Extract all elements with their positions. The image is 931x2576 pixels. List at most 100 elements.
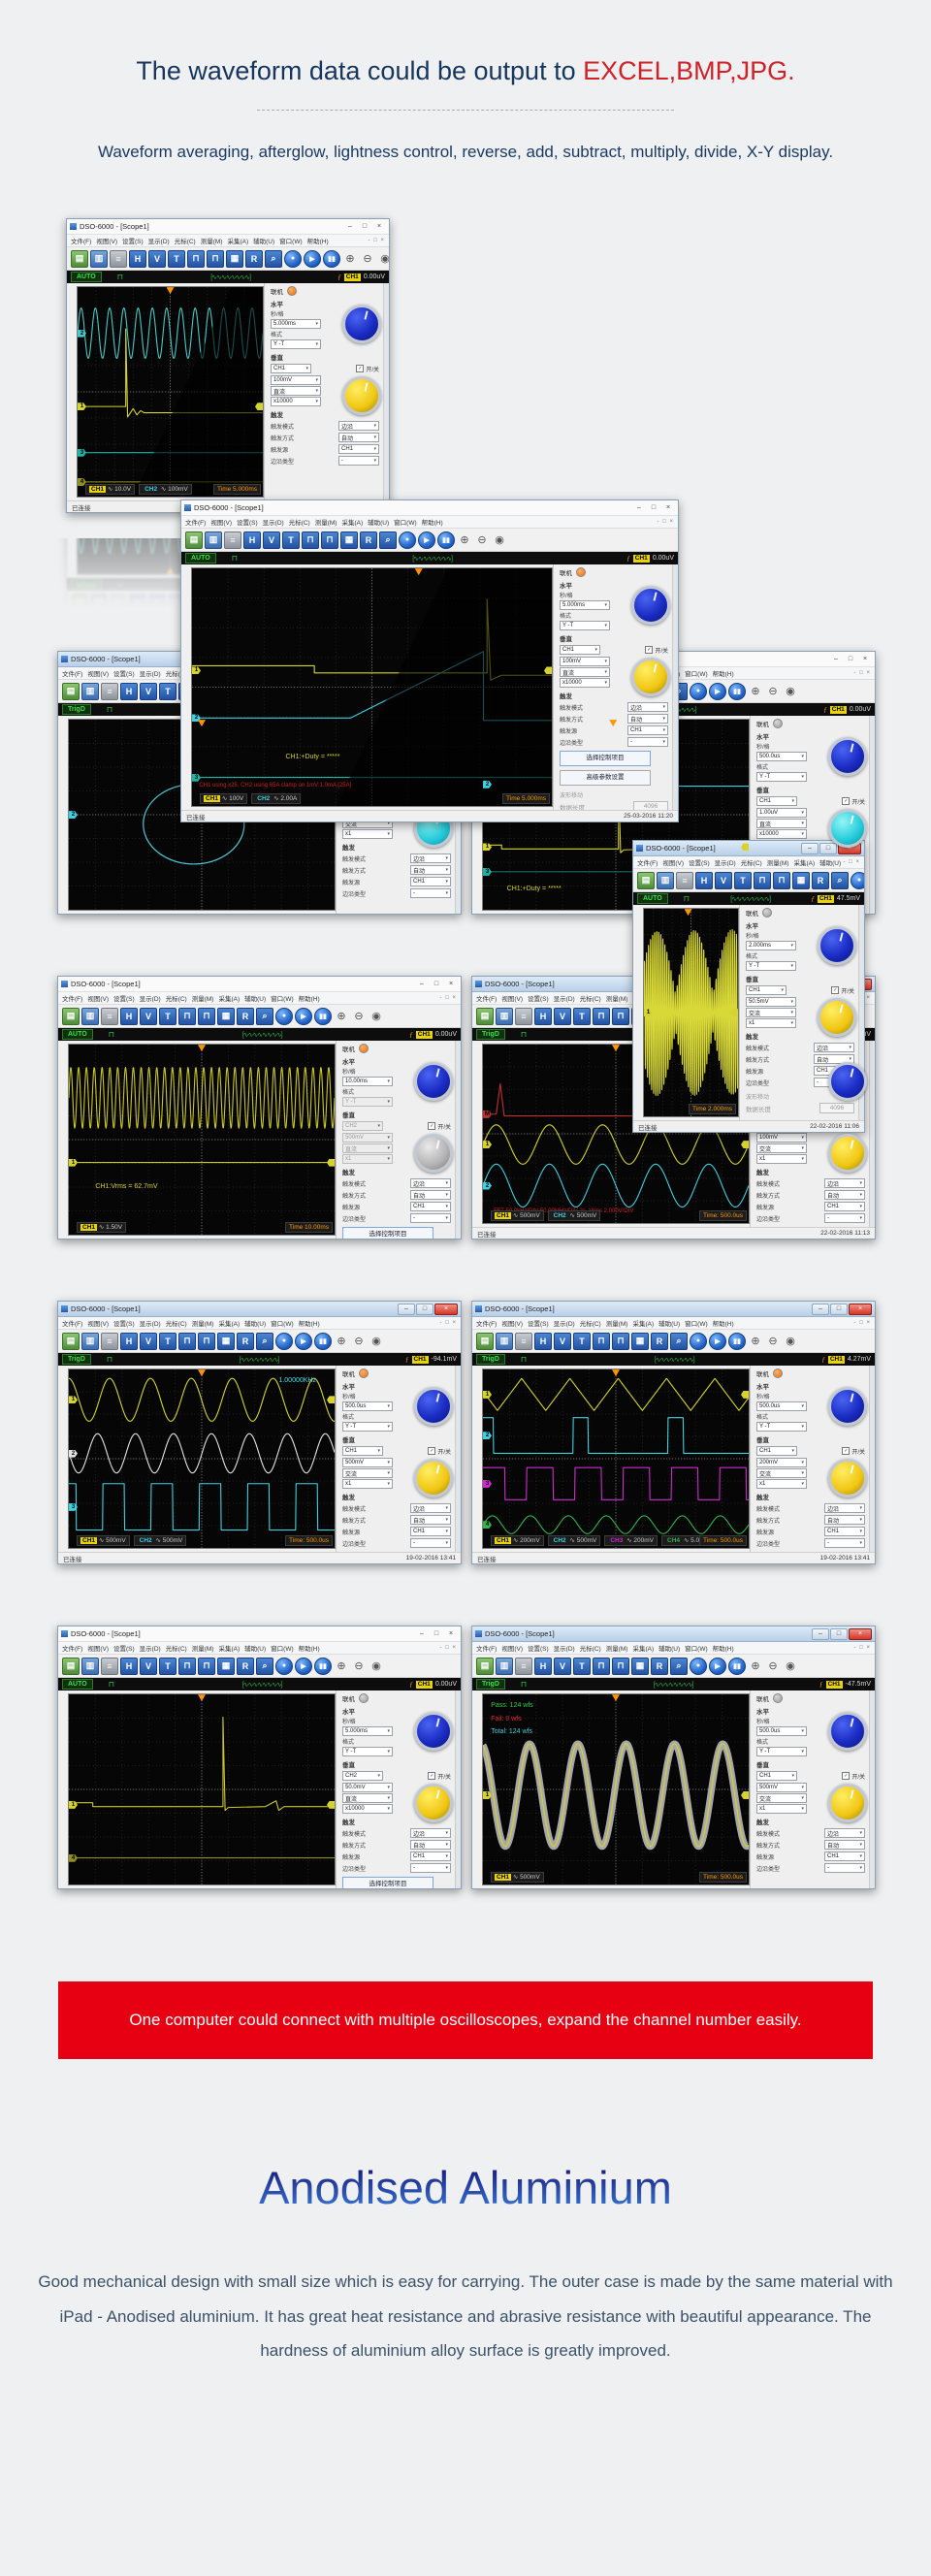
menu-item-0[interactable]: 文件(F) (71, 236, 91, 245)
menu-item-2[interactable]: 设置(S) (528, 1318, 549, 1328)
zoom-window-icon[interactable]: ⌕ (256, 1007, 273, 1025)
format-select[interactable]: Y -T ▾ (342, 1422, 393, 1433)
mdi-window-controls[interactable]: - □ × (854, 670, 871, 676)
menu-item-5[interactable]: 测量(M) (192, 993, 214, 1003)
trigger-source-select[interactable]: CH1 ▾ (824, 1202, 865, 1212)
close-button[interactable]: × (372, 222, 386, 232)
display-on-off-checkbox[interactable]: ✓开/关 (428, 1772, 451, 1781)
open-file-icon[interactable]: ▤ (71, 249, 88, 268)
probe-select[interactable]: x1 ▾ (756, 1154, 807, 1165)
menu-item-2[interactable]: 设置(S) (237, 517, 258, 527)
probe-select[interactable]: x1 ▾ (342, 1154, 393, 1165)
minimize-button[interactable]: – (801, 842, 819, 854)
close-button[interactable]: × (444, 980, 458, 989)
probe-select[interactable]: x1 ▾ (342, 1479, 393, 1490)
open-file-icon[interactable]: ▤ (62, 682, 80, 700)
record-icon[interactable]: ● (275, 1007, 293, 1025)
menu-item-1[interactable]: 视图(V) (501, 993, 523, 1003)
mdi-window-controls[interactable]: - □ × (440, 1645, 457, 1651)
save-icon[interactable]: ▥ (496, 1657, 513, 1675)
minimize-button[interactable]: – (812, 1627, 829, 1640)
pulse-trigger-icon[interactable]: ⊓ (207, 249, 224, 268)
menu-item-7[interactable]: 辅助(U) (819, 857, 841, 867)
maximize-button[interactable]: □ (830, 1303, 848, 1315)
menu-item-6[interactable]: 采集(A) (218, 1643, 240, 1653)
record-setup-icon[interactable]: R (360, 531, 377, 549)
horizontal-knob[interactable] (631, 586, 670, 626)
menu-item-6[interactable]: 采集(A) (218, 1318, 240, 1328)
save-icon[interactable]: ▥ (657, 871, 674, 889)
menu-item-7[interactable]: 辅助(U) (244, 993, 266, 1003)
menu-item-0[interactable]: 文件(F) (637, 857, 658, 867)
window-titlebar[interactable]: DSO-6000 - [Scope1] –□× (58, 1626, 461, 1643)
window-titlebar[interactable]: DSO-6000 - [Scope1] –□× (633, 841, 864, 857)
channel-select[interactable]: CH1 ▾ (756, 796, 797, 807)
zoom-in-icon[interactable]: ⊕ (342, 251, 358, 267)
probe-select[interactable]: x1 ▾ (342, 829, 393, 840)
pulse-trigger-icon[interactable]: ⊓ (321, 531, 338, 549)
trigger-source-select[interactable]: CH1 ▾ (824, 1527, 865, 1537)
zoom-out-icon[interactable]: ⊖ (765, 1658, 781, 1674)
horizontal-knob[interactable] (828, 737, 867, 777)
menu-item-9[interactable]: 帮助(H) (422, 517, 443, 527)
menu-item-8[interactable]: 窗口(W) (271, 1318, 293, 1328)
volts-div-select[interactable]: 50.0mV ▾ (342, 1783, 393, 1793)
display-grid-icon[interactable]: ▦ (340, 531, 358, 549)
volts-div-select[interactable]: 1.00uV ▾ (756, 808, 807, 819)
zoom-window-icon[interactable]: ⌕ (670, 1657, 688, 1675)
edge-trigger-icon[interactable]: ⊓ (178, 1657, 196, 1675)
display-on-off-checkbox[interactable]: ✓开/关 (842, 1772, 865, 1781)
format-select[interactable]: Y -T ▾ (342, 1097, 393, 1108)
channel-select[interactable]: CH1 ▾ (342, 1446, 383, 1457)
channel-select[interactable]: CH2 ▾ (342, 1121, 383, 1132)
minimize-button[interactable]: – (398, 1303, 415, 1315)
menu-item-3[interactable]: 显示(D) (554, 1643, 575, 1653)
coupling-select[interactable]: 直流 ▾ (756, 819, 807, 829)
print-icon[interactable]: ≡ (515, 1332, 532, 1350)
edge-trigger-icon[interactable]: ⊓ (178, 1007, 196, 1025)
display-grid-icon[interactable]: ▦ (217, 1332, 235, 1350)
trigger-sweep-select[interactable]: 自动 ▾ (824, 1840, 865, 1851)
menu-item-7[interactable]: 辅助(U) (658, 1318, 680, 1328)
coupling-select[interactable]: 交流 ▾ (342, 1468, 393, 1479)
menu-item-1[interactable]: 视图(V) (662, 857, 684, 867)
menu-item-3[interactable]: 显示(D) (140, 993, 161, 1003)
maximize-button[interactable]: □ (844, 655, 857, 664)
channel-select[interactable]: CH1 ▾ (560, 645, 600, 656)
menu-item-2[interactable]: 设置(S) (122, 236, 144, 245)
trigger-source-select[interactable]: CH1 ▾ (410, 1527, 451, 1537)
record-icon[interactable]: ● (275, 1332, 293, 1350)
format-select[interactable]: Y -T ▾ (342, 1747, 393, 1757)
menu-item-2[interactable]: 设置(S) (528, 993, 549, 1003)
trigger-source-select[interactable]: CH1 ▾ (627, 725, 668, 736)
play-icon[interactable]: ▶ (709, 1332, 726, 1350)
trigger-source-select[interactable]: CH1 ▾ (410, 1852, 451, 1862)
format-select[interactable]: Y -T ▾ (756, 1747, 807, 1757)
menu-item-5[interactable]: 测量(M) (606, 1318, 628, 1328)
trigger-sweep-select[interactable]: 自动 ▾ (410, 1840, 451, 1851)
menu-item-8[interactable]: 窗口(W) (685, 1318, 707, 1328)
menu-item-9[interactable]: 帮助(H) (713, 1318, 734, 1328)
trigger-source-select[interactable]: CH1 ▾ (824, 1852, 865, 1862)
maximize-button[interactable]: □ (430, 1629, 443, 1639)
coupling-select[interactable]: 交流 ▾ (746, 1008, 796, 1018)
probe-select[interactable]: x10000 ▾ (560, 678, 610, 689)
edge-trigger-icon[interactable]: ⊓ (187, 249, 205, 268)
menu-item-2[interactable]: 设置(S) (689, 857, 710, 867)
print-icon[interactable]: ≡ (101, 682, 118, 700)
menu-item-2[interactable]: 设置(S) (113, 668, 135, 678)
trigger-sweep-select[interactable]: 自动 ▾ (338, 433, 379, 443)
pause-icon[interactable]: ▮▮ (728, 682, 746, 700)
window-titlebar[interactable]: DSO-6000 - [Scope1] –□× (181, 500, 678, 517)
vertical-setup-icon[interactable]: V (140, 1657, 157, 1675)
menu-item-2[interactable]: 设置(S) (528, 1643, 549, 1653)
display-on-off-checkbox[interactable]: ✓开/关 (645, 646, 668, 655)
pulse-trigger-icon[interactable]: ⊓ (612, 1657, 629, 1675)
menu-item-1[interactable]: 视图(V) (96, 236, 117, 245)
trigger-sweep-select[interactable]: 自动 ▾ (410, 1515, 451, 1526)
open-file-icon[interactable]: ▤ (62, 1007, 80, 1025)
vertical-setup-icon[interactable]: V (148, 249, 166, 268)
volts-div-select[interactable]: 500mV ▾ (342, 1458, 393, 1468)
vertical-knob[interactable] (828, 1784, 867, 1823)
pause-icon[interactable]: ▮▮ (314, 1332, 332, 1350)
